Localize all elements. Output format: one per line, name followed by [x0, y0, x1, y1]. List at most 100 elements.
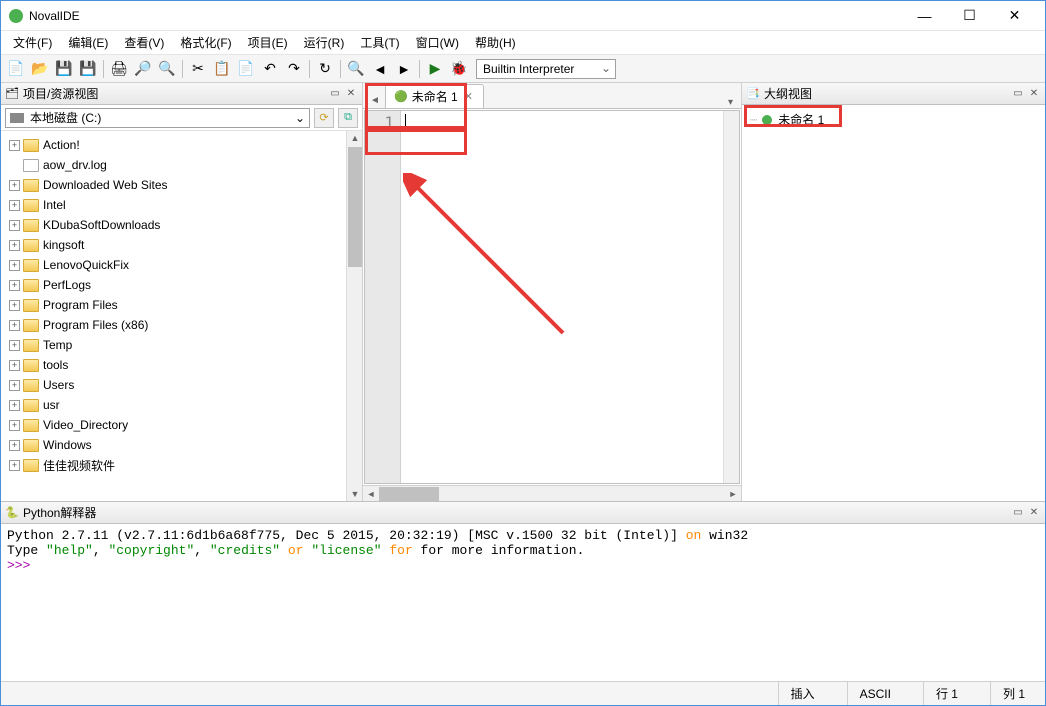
- tree-item[interactable]: +Program Files: [1, 295, 346, 315]
- menu-item[interactable]: 文件(F): [5, 31, 60, 54]
- tree-item[interactable]: +KDubaSoftDownloads: [1, 215, 346, 235]
- tree-expander[interactable]: +: [9, 320, 20, 331]
- tree-expander: [9, 160, 20, 171]
- code-editor[interactable]: 1: [364, 110, 740, 484]
- find-button[interactable]: 🔎: [132, 58, 154, 80]
- tree-expander[interactable]: +: [9, 420, 20, 431]
- tree-item[interactable]: +usr: [1, 395, 346, 415]
- open-button[interactable]: 📂: [29, 58, 51, 80]
- copy-button[interactable]: 📋: [211, 58, 233, 80]
- close-button[interactable]: ✕: [992, 2, 1037, 30]
- interpreter-select[interactable]: Builtin Interpreter: [476, 59, 616, 79]
- run-button[interactable]: ▶: [424, 58, 446, 80]
- tree-item[interactable]: +kingsoft: [1, 235, 346, 255]
- tree-expander[interactable]: +: [9, 360, 20, 371]
- undo-button[interactable]: ↶: [259, 58, 281, 80]
- tree-expander[interactable]: +: [9, 180, 20, 191]
- editor-tab[interactable]: 🟢 未命名 1 ✕: [385, 84, 484, 108]
- nav-fwd-button[interactable]: ►: [393, 58, 415, 80]
- drive-icon: [10, 113, 24, 123]
- refresh-drive-button[interactable]: ⟳: [314, 108, 334, 128]
- print-button[interactable]: 🖨: [108, 58, 130, 80]
- tree-item[interactable]: +Downloaded Web Sites: [1, 175, 346, 195]
- tree-expander[interactable]: +: [9, 300, 20, 311]
- file-tree[interactable]: +Action!aow_drv.log+Downloaded Web Sites…: [1, 131, 346, 479]
- outline-item[interactable]: ┈ 未命名 1: [746, 109, 1041, 130]
- tree-scrollbar[interactable]: ▲ ▼: [346, 131, 362, 501]
- editor-vscrollbar[interactable]: [723, 111, 739, 483]
- tree-item[interactable]: +Program Files (x86): [1, 315, 346, 335]
- menu-item[interactable]: 帮助(H): [467, 31, 524, 54]
- tree-item[interactable]: +佳佳视频软件: [1, 455, 346, 475]
- tree-connector-icon: ┈: [750, 113, 758, 127]
- drive-select[interactable]: 本地磁盘 (C:): [5, 108, 310, 128]
- tree-item[interactable]: +Action!: [1, 135, 346, 155]
- statusbar: 插入 ASCII 行 1 列 1: [1, 681, 1045, 705]
- menu-item[interactable]: 查看(V): [116, 31, 172, 54]
- pane-minimize-button[interactable]: ▭: [1011, 87, 1025, 101]
- tree-item[interactable]: +tools: [1, 355, 346, 375]
- refresh-button[interactable]: ↻: [314, 58, 336, 80]
- tree-item[interactable]: +Video_Directory: [1, 415, 346, 435]
- tab-list-button[interactable]: ▾: [724, 97, 737, 108]
- new-file-button[interactable]: 📄: [5, 58, 27, 80]
- tree-expander[interactable]: +: [9, 260, 20, 271]
- zoom-button[interactable]: 🔍: [345, 58, 367, 80]
- save-button[interactable]: 💾: [53, 58, 75, 80]
- tree-expander[interactable]: +: [9, 440, 20, 451]
- tree-expander[interactable]: +: [9, 280, 20, 291]
- outline-pane-icon: 📑: [746, 87, 760, 101]
- pane-close-button[interactable]: ✕: [1027, 87, 1041, 101]
- tree-item[interactable]: +LenovoQuickFix: [1, 255, 346, 275]
- tree-item[interactable]: +Windows: [1, 435, 346, 455]
- menu-item[interactable]: 运行(R): [296, 31, 353, 54]
- tree-item[interactable]: +Users: [1, 375, 346, 395]
- nav-back-button[interactable]: ◄: [369, 58, 391, 80]
- editor-hscrollbar[interactable]: ◄►: [363, 485, 741, 501]
- redo-button[interactable]: ↷: [283, 58, 305, 80]
- folder-icon: [23, 359, 39, 372]
- folder-icon: [23, 339, 39, 352]
- tree-expander[interactable]: +: [9, 220, 20, 231]
- cut-button[interactable]: ✂: [187, 58, 209, 80]
- pane-close-button[interactable]: ✕: [344, 87, 358, 101]
- tree-expander[interactable]: +: [9, 380, 20, 391]
- paste-button[interactable]: 📄: [235, 58, 257, 80]
- python-file-icon: 🟢: [394, 90, 408, 103]
- maximize-button[interactable]: ☐: [947, 2, 992, 30]
- tree-item[interactable]: aow_drv.log: [1, 155, 346, 175]
- pane-minimize-button[interactable]: ▭: [1011, 506, 1025, 520]
- drive-options-button[interactable]: ⧉: [338, 108, 358, 128]
- debug-button[interactable]: 🐞: [448, 58, 470, 80]
- module-icon: [762, 115, 772, 125]
- tree-expander[interactable]: +: [9, 240, 20, 251]
- tree-expander[interactable]: +: [9, 140, 20, 151]
- editor-text-area[interactable]: [401, 111, 723, 483]
- tree-expander[interactable]: +: [9, 460, 20, 471]
- tree-expander[interactable]: +: [9, 340, 20, 351]
- pane-minimize-button[interactable]: ▭: [328, 87, 342, 101]
- menu-item[interactable]: 编辑(E): [60, 31, 116, 54]
- project-pane-title: 项目/资源视图: [23, 85, 326, 102]
- tree-expander[interactable]: +: [9, 400, 20, 411]
- replace-button[interactable]: 🔍: [156, 58, 178, 80]
- status-encoding: ASCII: [847, 682, 903, 705]
- save-all-button[interactable]: 💾: [77, 58, 99, 80]
- tab-nav-left[interactable]: ◄: [367, 92, 383, 108]
- folder-icon: [23, 259, 39, 272]
- menu-item[interactable]: 格式化(F): [172, 31, 239, 54]
- menu-item[interactable]: 窗口(W): [408, 31, 467, 54]
- tab-close-button[interactable]: ✕: [462, 90, 475, 103]
- minimize-button[interactable]: —: [902, 2, 947, 30]
- tree-expander[interactable]: +: [9, 200, 20, 211]
- menu-item[interactable]: 工具(T): [352, 31, 407, 54]
- python-console[interactable]: Python 2.7.11 (v2.7.11:6d1b6a68f775, Dec…: [1, 524, 1045, 681]
- tree-item[interactable]: + PerfLogs: [1, 275, 346, 295]
- menu-item[interactable]: 项目(E): [240, 31, 296, 54]
- tree-item[interactable]: +Intel: [1, 195, 346, 215]
- pane-close-button[interactable]: ✕: [1027, 506, 1041, 520]
- folder-icon: [23, 439, 39, 452]
- tree-item[interactable]: +Temp: [1, 335, 346, 355]
- tree-item-label: PerfLogs: [43, 278, 91, 292]
- folder-icon: [23, 199, 39, 212]
